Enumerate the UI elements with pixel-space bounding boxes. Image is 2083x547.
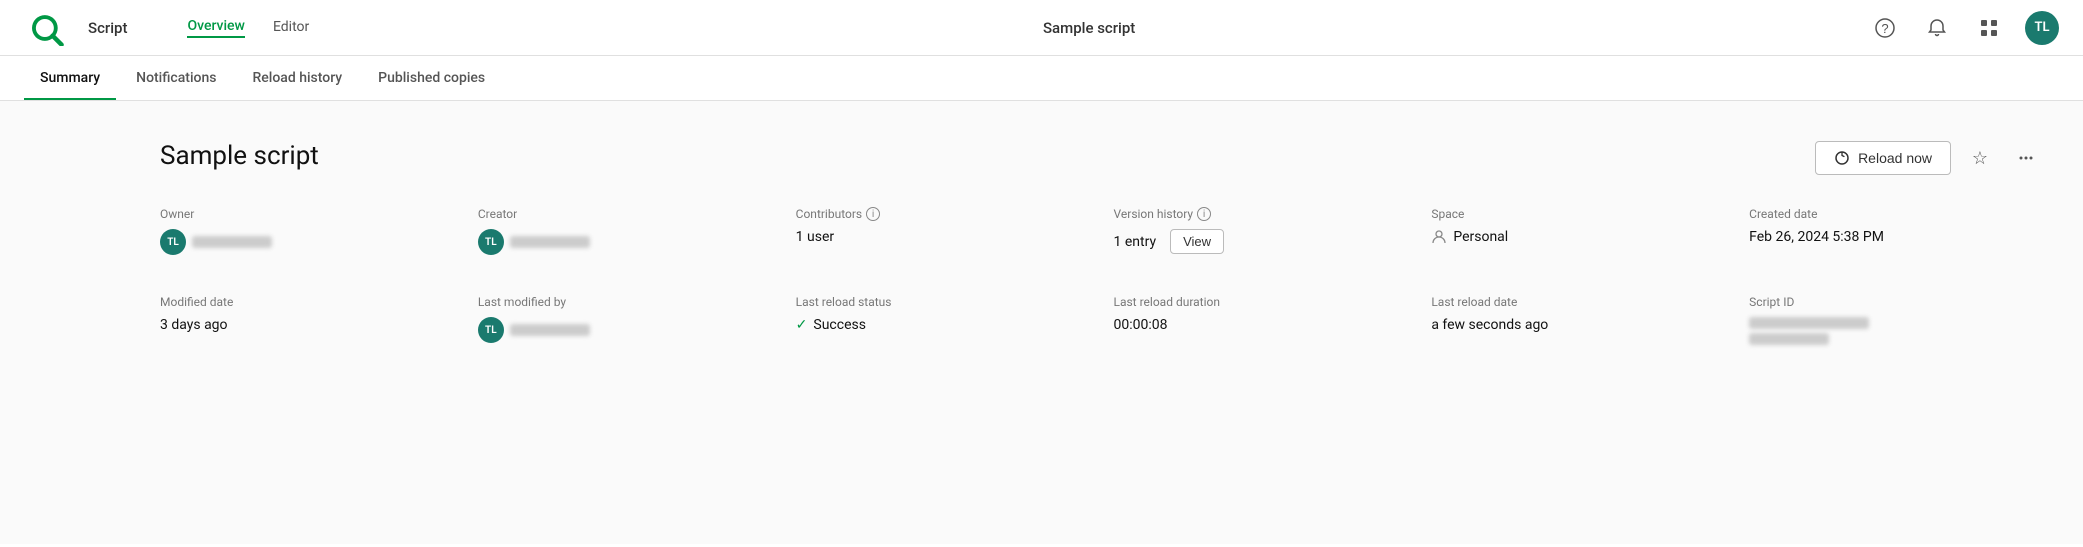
qlik-logo-icon xyxy=(24,10,76,46)
meta-item-last-reload-duration: Last reload duration 00:00:08 xyxy=(1114,295,1408,345)
meta-grid-row1: Owner TL Creator TL Contributors i 1 use… xyxy=(160,207,2043,255)
help-button[interactable]: ? xyxy=(1869,12,1901,44)
section-label: Script xyxy=(88,19,127,37)
meta-value-space: Personal xyxy=(1431,229,1725,245)
bell-icon xyxy=(1927,18,1947,38)
script-id-line2 xyxy=(1749,333,1829,345)
nav-link-editor[interactable]: Editor xyxy=(273,19,309,37)
meta-value-last-reload-status: ✓ Success xyxy=(796,317,1090,333)
meta-value-created-date: Feb 26, 2024 5:38 PM xyxy=(1749,229,2043,245)
meta-item-space: Space Personal xyxy=(1431,207,1725,255)
meta-label-space: Space xyxy=(1431,207,1725,221)
tab-bar: Summary Notifications Reload history Pub… xyxy=(0,56,2083,101)
meta-label-contributors: Contributors i xyxy=(796,207,1090,221)
actions-row: Reload now ☆ xyxy=(1815,141,2043,175)
meta-item-script-id: Script ID xyxy=(1749,295,2043,345)
apps-icon xyxy=(1979,18,1999,38)
meta-item-modified-date: Modified date 3 days ago xyxy=(160,295,454,345)
nav-links: Overview Editor xyxy=(187,18,309,38)
meta-value-last-reload-date: a few seconds ago xyxy=(1431,317,1725,333)
reload-now-button[interactable]: Reload now xyxy=(1815,141,1951,175)
meta-item-last-reload-status: Last reload status ✓ Success xyxy=(796,295,1090,345)
meta-value-last-modified-by: TL xyxy=(478,317,772,343)
meta-grid-row2: Modified date 3 days ago Last modified b… xyxy=(160,295,2043,345)
meta-value-last-reload-duration: 00:00:08 xyxy=(1114,317,1408,333)
logo-area: Script xyxy=(24,10,155,46)
meta-value-script-id xyxy=(1749,317,2043,345)
meta-value-modified-date: 3 days ago xyxy=(160,317,454,333)
meta-label-modified-date: Modified date xyxy=(160,295,454,309)
meta-item-created-date: Created date Feb 26, 2024 5:38 PM xyxy=(1749,207,2043,255)
reload-now-label: Reload now xyxy=(1858,150,1932,166)
personal-space-icon xyxy=(1431,229,1447,245)
meta-label-creator: Creator xyxy=(478,207,772,221)
tab-reload-history[interactable]: Reload history xyxy=(236,56,358,100)
user-avatar[interactable]: TL xyxy=(2025,11,2059,45)
nav-link-overview[interactable]: Overview xyxy=(187,18,244,38)
help-icon: ? xyxy=(1875,18,1895,38)
meta-item-last-reload-date: Last reload date a few seconds ago xyxy=(1431,295,1725,345)
script-id-line1 xyxy=(1749,317,1869,329)
notifications-button[interactable] xyxy=(1921,12,1953,44)
center-title: Sample script xyxy=(309,19,1869,37)
meta-label-owner: Owner xyxy=(160,207,454,221)
meta-label-version-history: Version history i xyxy=(1114,207,1408,221)
star-button[interactable]: ☆ xyxy=(1963,141,1997,175)
version-history-info-icon: i xyxy=(1197,207,1211,221)
meta-label-last-modified-by: Last modified by xyxy=(478,295,772,309)
more-icon xyxy=(2017,149,2035,167)
meta-item-last-modified-by: Last modified by TL xyxy=(478,295,772,345)
tab-notifications[interactable]: Notifications xyxy=(120,56,232,100)
svg-text:?: ? xyxy=(1881,21,1888,36)
meta-item-version-history: Version history i 1 entry View xyxy=(1114,207,1408,255)
meta-label-last-reload-date: Last reload date xyxy=(1431,295,1725,309)
owner-avatar: TL xyxy=(160,229,186,255)
last-modified-by-name xyxy=(510,324,590,336)
creator-name xyxy=(510,236,590,248)
contributors-info-icon: i xyxy=(866,207,880,221)
meta-item-owner: Owner TL xyxy=(160,207,454,255)
reload-icon xyxy=(1834,150,1850,166)
owner-name xyxy=(192,236,272,248)
meta-value-creator: TL xyxy=(478,229,772,255)
last-modified-by-avatar: TL xyxy=(478,317,504,343)
tab-summary[interactable]: Summary xyxy=(24,56,116,100)
meta-value-owner: TL xyxy=(160,229,454,255)
top-nav: Script Overview Editor Sample script ? xyxy=(0,0,2083,56)
meta-value-contributors: 1 user xyxy=(796,229,1090,245)
more-button[interactable] xyxy=(2009,141,2043,175)
apps-button[interactable] xyxy=(1973,12,2005,44)
meta-item-creator: Creator TL xyxy=(478,207,772,255)
page-title: Sample script xyxy=(160,141,2043,171)
success-check-icon: ✓ xyxy=(796,317,808,333)
tab-published-copies[interactable]: Published copies xyxy=(362,56,501,100)
meta-value-version-history: 1 entry View xyxy=(1114,229,1408,254)
creator-avatar: TL xyxy=(478,229,504,255)
meta-label-last-reload-duration: Last reload duration xyxy=(1114,295,1408,309)
view-version-history-button[interactable]: View xyxy=(1170,229,1224,254)
meta-label-script-id: Script ID xyxy=(1749,295,2043,309)
meta-label-created-date: Created date xyxy=(1749,207,2043,221)
meta-item-contributors: Contributors i 1 user xyxy=(796,207,1090,255)
meta-label-last-reload-status: Last reload status xyxy=(796,295,1090,309)
main-content: Sample script Reload now ☆ Owner TL xyxy=(0,101,2083,544)
nav-actions: ? TL xyxy=(1869,11,2059,45)
